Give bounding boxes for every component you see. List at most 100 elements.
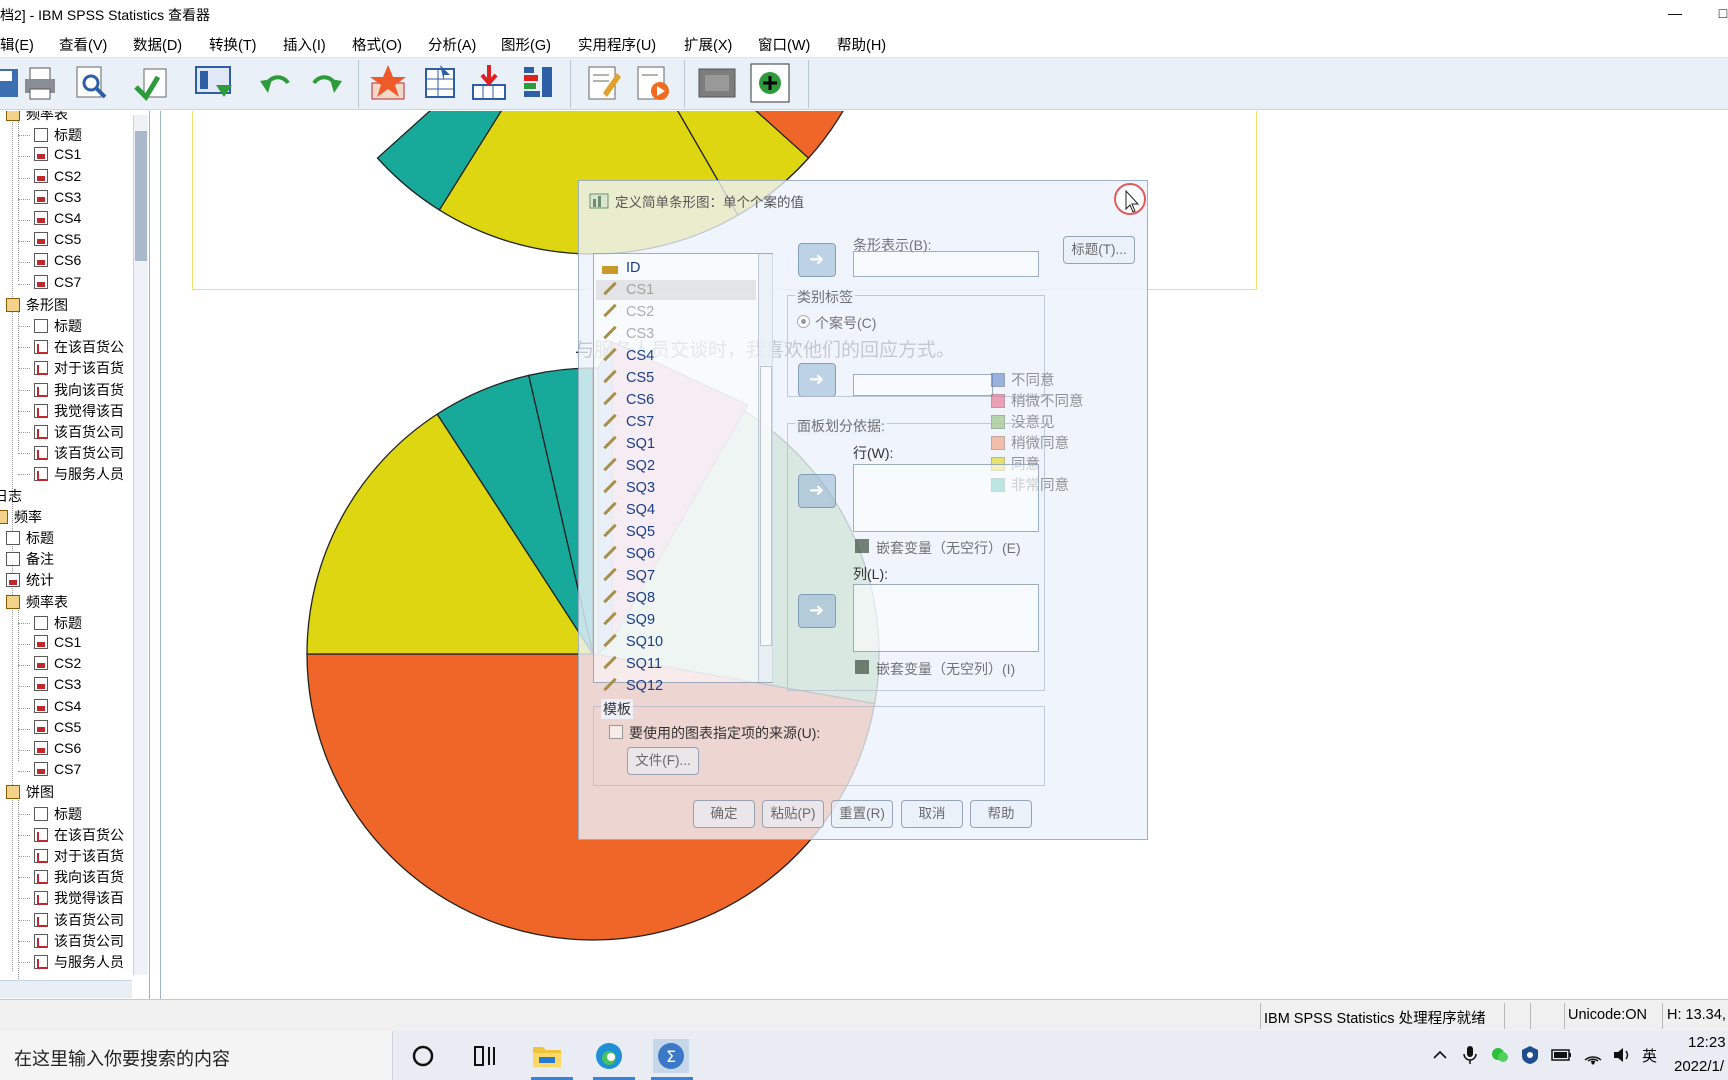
redo-icon[interactable]: [306, 63, 346, 103]
menu-analyze[interactable]: 分析(A): [428, 34, 476, 55]
reset-button[interactable]: 重置(R): [831, 800, 893, 828]
variable-list-item[interactable]: SQ1: [602, 435, 655, 452]
minimize-button[interactable]: —: [1652, 0, 1698, 28]
variable-list-item[interactable]: SQ6: [602, 545, 655, 562]
variable-list-item[interactable]: SQ12: [602, 677, 663, 694]
outline-scroll-thumb[interactable]: [135, 131, 147, 261]
security-shield-icon[interactable]: [1521, 1045, 1539, 1065]
outline-node[interactable]: CS5: [34, 231, 81, 247]
wechat-icon[interactable]: [1490, 1045, 1510, 1065]
print-preview-icon[interactable]: [71, 63, 111, 103]
file-explorer-icon[interactable]: [529, 1039, 565, 1073]
columns-field[interactable]: [853, 584, 1039, 652]
outline-node[interactable]: 条形图: [6, 295, 68, 315]
variable-list[interactable]: ID CS1 CS2 CS3 CS4 CS5 CS6 CS7 SQ1 SQ2 SQ3 SQ4 SQ5 SQ…: [593, 253, 773, 694]
menu-transform[interactable]: 转换(T): [209, 34, 257, 55]
outline-node[interactable]: 备注: [6, 549, 54, 569]
run-script-icon[interactable]: [632, 63, 672, 103]
menu-help[interactable]: 帮助(H): [837, 34, 886, 55]
outline-node[interactable]: CS2: [34, 655, 81, 671]
variable-list-item[interactable]: SQ2: [602, 457, 655, 474]
variable-list-item[interactable]: SQ11: [602, 655, 662, 672]
case-number-radio[interactable]: [797, 315, 810, 328]
battery-icon[interactable]: [1551, 1047, 1573, 1063]
outline-node[interactable]: 我觉得该百: [34, 888, 124, 908]
goto-data-icon[interactable]: [368, 63, 408, 103]
menu-view[interactable]: 查看(V): [59, 34, 107, 55]
print-icon[interactable]: [20, 63, 60, 103]
outline-node[interactable]: 我向该百货: [34, 380, 124, 400]
variable-list-item[interactable]: SQ10: [602, 633, 663, 650]
menu-extensions[interactable]: 扩展(X): [684, 34, 732, 55]
edge-browser-icon[interactable]: [591, 1039, 627, 1073]
variable-list-item[interactable]: CS5: [602, 369, 654, 386]
outline-node[interactable]: CS3: [34, 189, 81, 205]
recall-dialog-icon[interactable]: [194, 63, 234, 103]
outline-node[interactable]: 对于该百货: [34, 358, 124, 378]
outline-node[interactable]: 该百货公司: [34, 443, 124, 463]
outline-node[interactable]: 日志: [0, 486, 22, 506]
clock-date[interactable]: 2022/1/: [1674, 1058, 1724, 1075]
outline-horizontal-scrollbar[interactable]: [0, 980, 132, 998]
move-to-bars-represent-arrow[interactable]: [798, 243, 836, 277]
menu-graphs[interactable]: 图形(G): [501, 34, 551, 55]
template-checkbox[interactable]: [609, 725, 623, 739]
designate-window-icon[interactable]: [583, 63, 623, 103]
outline-node[interactable]: 该百货公司: [34, 422, 124, 442]
variable-list-item[interactable]: SQ8: [602, 589, 655, 606]
category-variable-field[interactable]: [853, 374, 993, 396]
volume-icon[interactable]: [1612, 1045, 1632, 1065]
microphone-icon[interactable]: [1462, 1045, 1478, 1065]
variable-list-item[interactable]: SQ3: [602, 479, 655, 496]
outline-node[interactable]: CS4: [34, 698, 81, 714]
cancel-button[interactable]: 取消: [901, 800, 963, 828]
nest-cols-checkbox[interactable]: [855, 660, 869, 674]
variable-list-item[interactable]: CS1: [602, 281, 654, 298]
outline-node[interactable]: CS4: [34, 210, 81, 226]
outline-node[interactable]: CS5: [34, 719, 81, 735]
outline-node[interactable]: 标题: [34, 804, 82, 824]
ok-button[interactable]: 确定: [693, 800, 755, 828]
titles-button[interactable]: 标题(T)...: [1063, 236, 1135, 264]
outline-node[interactable]: 在该百货公: [34, 337, 124, 357]
maximize-button[interactable]: □: [1700, 0, 1728, 28]
undo-icon[interactable]: [256, 63, 296, 103]
outline-node[interactable]: 对于该百货: [34, 846, 124, 866]
taskbar-search-box[interactable]: 在这里输入你要搜索的内容: [0, 1031, 393, 1080]
goto-case-icon[interactable]: [420, 63, 460, 103]
menu-window[interactable]: 窗口(W): [758, 34, 810, 55]
outline-node[interactable]: CS3: [34, 676, 81, 692]
variable-list-scroll-thumb[interactable]: [760, 366, 772, 646]
outline-node[interactable]: 标题: [34, 316, 82, 336]
outline-node[interactable]: 与服务人员: [34, 464, 124, 484]
outline-node[interactable]: 在该百货公: [34, 825, 124, 845]
nest-rows-checkbox[interactable]: [855, 539, 869, 553]
outline-node[interactable]: 该百货公司: [34, 931, 124, 951]
wifi-icon[interactable]: [1583, 1045, 1603, 1065]
menu-format[interactable]: 格式(O): [352, 34, 402, 55]
variable-list-scrollbar[interactable]: [758, 254, 773, 682]
outline-node[interactable]: CS7: [34, 761, 81, 777]
variable-list-item[interactable]: SQ4: [602, 501, 655, 518]
variable-list-item[interactable]: ID: [602, 260, 641, 276]
outline-node[interactable]: 标题: [6, 528, 54, 548]
menu-insert[interactable]: 插入(I): [283, 34, 326, 55]
outline-node[interactable]: 频率表: [6, 592, 68, 612]
variable-list-item[interactable]: CS2: [602, 303, 654, 320]
menu-edit[interactable]: 辑(E): [0, 34, 34, 55]
outline-node[interactable]: 频率: [0, 507, 42, 527]
dialog-close-icon[interactable]: [1112, 181, 1148, 217]
outline-node[interactable]: CS2: [34, 168, 81, 184]
outline-node[interactable]: CS7: [34, 274, 81, 290]
outline-node[interactable]: 统计: [6, 570, 54, 590]
variable-list-item[interactable]: SQ5: [602, 523, 655, 540]
variable-list-item[interactable]: CS4: [602, 347, 654, 364]
variable-list-item[interactable]: CS6: [602, 391, 654, 408]
variable-list-item[interactable]: SQ9: [602, 611, 655, 628]
outline-node[interactable]: 标题: [34, 125, 82, 145]
ime-indicator[interactable]: 英: [1642, 1045, 1657, 1066]
menu-utilities[interactable]: 实用程序(U): [578, 34, 656, 55]
outline-node[interactable]: CS6: [34, 252, 81, 268]
outline-node[interactable]: 我向该百货: [34, 867, 124, 887]
outline-node[interactable]: 该百货公司: [34, 910, 124, 930]
